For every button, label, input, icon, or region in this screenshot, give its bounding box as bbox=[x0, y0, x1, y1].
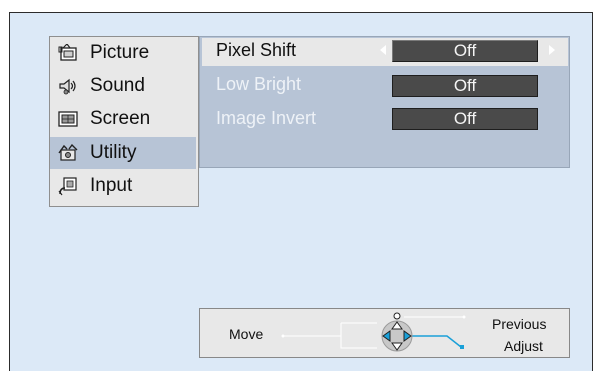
menu-item-label: Screen bbox=[90, 108, 151, 129]
option-label-low-bright[interactable]: Low Bright bbox=[216, 74, 301, 95]
menu-item-utility[interactable]: Utility bbox=[50, 137, 196, 169]
menu-item-sound[interactable]: Sound bbox=[50, 70, 196, 102]
arrow-left-icon[interactable] bbox=[380, 45, 386, 55]
menu-item-label: Sound bbox=[90, 75, 145, 96]
menu-item-label: Utility bbox=[90, 142, 137, 163]
screen-icon bbox=[57, 109, 79, 129]
sound-icon bbox=[57, 76, 79, 96]
menu-item-picture[interactable]: Picture bbox=[50, 37, 196, 69]
remote-dpad-diagram bbox=[281, 312, 466, 352]
arrow-right-icon[interactable] bbox=[549, 45, 555, 55]
option-label-pixel-shift[interactable]: Pixel Shift bbox=[216, 40, 296, 61]
picture-icon bbox=[57, 43, 79, 63]
menu-item-screen[interactable]: Screen bbox=[50, 103, 196, 135]
input-icon bbox=[57, 176, 79, 196]
menu-item-label: Input bbox=[90, 175, 133, 196]
menu-item-input[interactable]: Input bbox=[50, 170, 196, 202]
pixel-shift-value[interactable]: Off bbox=[392, 40, 538, 62]
low-bright-value[interactable]: Off bbox=[392, 75, 538, 97]
image-invert-value[interactable]: Off bbox=[392, 108, 538, 130]
menu-item-label: Picture bbox=[90, 42, 150, 63]
utility-icon bbox=[57, 143, 79, 163]
option-label-image-invert[interactable]: Image Invert bbox=[216, 108, 316, 129]
